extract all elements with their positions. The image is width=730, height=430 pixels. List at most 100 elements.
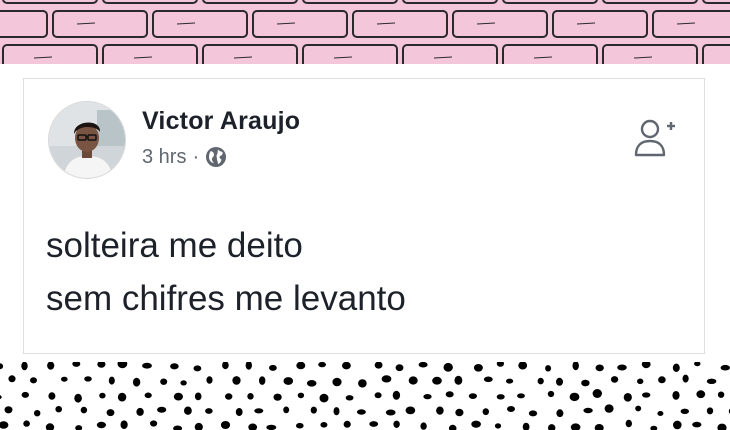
polka-dot	[170, 363, 179, 370]
polka-dot	[273, 393, 282, 401]
polka-dot	[205, 408, 213, 414]
polka-dot	[455, 408, 464, 417]
polka-dot	[604, 404, 614, 413]
polka-dot	[356, 409, 366, 415]
polka-dot	[194, 392, 202, 401]
polka-dot	[420, 422, 427, 430]
polka-dot	[108, 376, 115, 385]
polka-dot	[385, 409, 396, 416]
polka-dot	[160, 378, 168, 385]
polka-dot	[443, 362, 453, 372]
polka-dot	[548, 424, 556, 430]
polka-dot	[592, 389, 602, 398]
polka-dot	[556, 409, 564, 418]
polka-dot	[528, 410, 538, 417]
polka-dot	[194, 422, 203, 430]
post-text-line: solteira me deito	[46, 226, 303, 265]
polka-dot	[547, 390, 555, 398]
polka-dot	[47, 362, 55, 370]
polka-dot	[84, 376, 92, 382]
polka-dot	[483, 376, 493, 383]
polka-dot	[494, 423, 502, 429]
post-timestamp[interactable]: 3 hrs	[142, 146, 186, 169]
polka-dot	[55, 406, 62, 413]
polka-dot	[545, 365, 552, 372]
avatar-photo-icon	[49, 102, 125, 178]
polka-dot	[297, 392, 305, 399]
add-friend-icon[interactable]	[634, 117, 678, 161]
polka-dot	[418, 362, 428, 368]
polka-dot	[594, 424, 604, 430]
polka-dot	[180, 380, 187, 386]
polka-dot	[706, 378, 717, 384]
brick	[602, 0, 698, 4]
polka-dot	[393, 420, 400, 428]
brick	[52, 10, 148, 38]
polka-dot	[45, 423, 55, 430]
polka-dot-pattern	[0, 362, 730, 430]
polka-dot	[99, 392, 106, 399]
polka-dot	[672, 363, 680, 372]
polka-dot	[332, 377, 342, 387]
polka-dot	[522, 422, 530, 430]
post-meta: 3 hrs ·	[142, 145, 227, 169]
avatar[interactable]	[48, 101, 126, 179]
brick	[302, 44, 398, 64]
polka-dot	[717, 391, 725, 398]
polka-dot	[518, 362, 528, 370]
polka-dot	[75, 425, 83, 430]
polka-dot	[283, 377, 294, 385]
polka-dot	[266, 424, 277, 430]
polka-dot	[310, 406, 317, 414]
polka-dot	[296, 422, 304, 429]
brick	[2, 44, 98, 64]
polka-dot	[235, 408, 243, 416]
polka-dot	[21, 362, 28, 371]
brick	[202, 0, 298, 4]
polka-dot	[30, 377, 37, 384]
polka-dot	[342, 362, 351, 370]
brick	[402, 0, 498, 4]
polka-dot	[381, 375, 392, 383]
brick	[302, 0, 398, 4]
globe-icon[interactable]	[205, 146, 227, 168]
polka-dot	[132, 377, 141, 387]
polka-dot	[617, 364, 627, 371]
polka-dot	[637, 378, 644, 385]
polka-dot	[150, 420, 158, 427]
polka-dot	[641, 362, 651, 369]
polka-dot	[610, 376, 619, 383]
polka-dot	[650, 425, 658, 430]
post-text-line: sem chifres me levanto	[46, 279, 406, 318]
polka-dot	[673, 420, 682, 430]
brick	[252, 10, 348, 38]
author-name[interactable]: Victor Araujo	[142, 107, 300, 136]
polka-dot	[144, 392, 152, 399]
polka-dot	[680, 408, 689, 414]
polka-dot	[358, 379, 367, 388]
polka-dot	[0, 363, 4, 370]
brick	[452, 10, 548, 38]
polka-dot	[436, 406, 444, 415]
brick-pattern	[0, 0, 730, 64]
polka-dot	[61, 376, 68, 382]
polka-dot	[692, 421, 702, 428]
polka-dot	[405, 406, 416, 415]
polka-dot	[333, 407, 340, 416]
meta-separator: ·	[192, 145, 200, 168]
polka-dot	[48, 392, 56, 400]
brick	[102, 0, 198, 4]
polka-dot	[142, 362, 152, 369]
polka-dot	[21, 391, 29, 398]
polka-dot	[74, 393, 82, 403]
polka-dot	[657, 411, 664, 416]
polka-dot	[482, 408, 489, 416]
polka-dot	[423, 394, 432, 400]
brick	[352, 10, 448, 38]
polka-dot	[254, 408, 264, 414]
polka-dot	[570, 423, 581, 430]
polka-dot	[97, 362, 106, 368]
brick	[0, 10, 48, 38]
brick	[652, 10, 730, 38]
polka-dot	[432, 376, 442, 385]
